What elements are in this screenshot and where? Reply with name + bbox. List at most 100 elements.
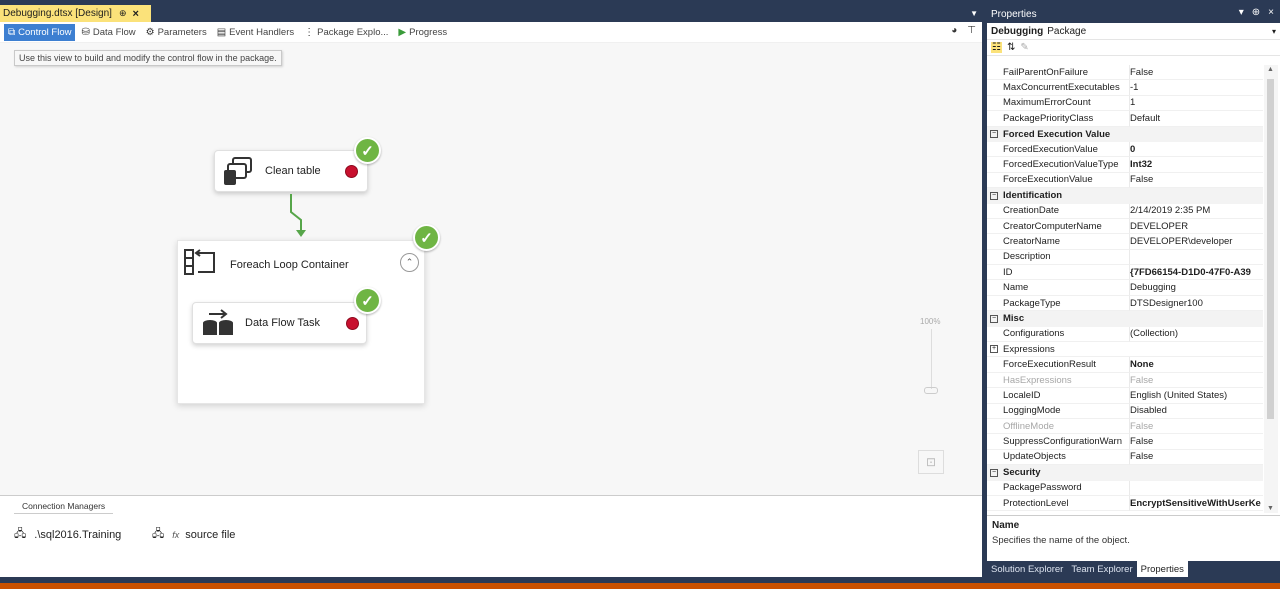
property-row[interactable]: PackagePassword [987, 480, 1263, 496]
property-value[interactable]: DEVELOPER\developer [1129, 234, 1263, 250]
property-value[interactable]: DEVELOPER [1129, 218, 1263, 235]
property-name: UpdateObjects [987, 450, 1129, 466]
property-value[interactable]: False [1129, 418, 1263, 435]
tab-team-explorer[interactable]: Team Explorer [1067, 561, 1136, 577]
property-value[interactable]: 2/14/2019 2:35 PM [1129, 203, 1263, 219]
property-row[interactable]: Configurations (Collection) [987, 326, 1263, 343]
property-row[interactable]: OfflineMode False [987, 418, 1263, 435]
pin-icon[interactable]: ⊕ [119, 8, 127, 19]
property-value[interactable]: None [1129, 357, 1263, 373]
pin-toolbar-icon[interactable]: ⊤ [967, 25, 976, 36]
property-value[interactable]: (Collection) [1129, 326, 1263, 343]
alphabetical-icon[interactable]: ⇅ [1007, 42, 1015, 53]
property-value[interactable]: False [1129, 172, 1263, 189]
tab-control-flow[interactable]: ⧉ Control Flow [4, 23, 76, 41]
control-flow-canvas[interactable]: Clean table ✓ Foreach Loop Container ⌃ ✓… [0, 43, 982, 495]
property-row[interactable]: CreatorComputerName DEVELOPER [987, 218, 1263, 235]
property-row[interactable]: SuppressConfigurationWarn False [987, 434, 1263, 450]
status-bar [0, 583, 1280, 589]
property-grid-scrollbar[interactable]: ▲ ▼ [1264, 65, 1278, 513]
property-row[interactable]: CreatorName DEVELOPER\developer [987, 234, 1263, 250]
property-value[interactable]: Default [1129, 111, 1263, 127]
property-value[interactable]: 1 [1129, 95, 1263, 112]
property-row[interactable]: ID {7FD66154-D1D0-47F0-A39 [987, 265, 1263, 281]
zoom-slider-track[interactable] [931, 329, 932, 389]
tab-parameters[interactable]: ⚙ Parameters [142, 24, 211, 41]
categorized-icon[interactable]: ☷ [991, 42, 1002, 53]
tab-package-explorer[interactable]: ⋮ Package Explo... [300, 24, 392, 41]
collapse-box-icon[interactable]: − [990, 130, 998, 139]
property-value[interactable]: Disabled [1129, 403, 1263, 419]
property-row[interactable]: ForcedExecutionValue 0 [987, 141, 1263, 158]
precedence-constraint-arrow[interactable] [286, 192, 310, 240]
expand-box-icon[interactable]: + [990, 345, 998, 354]
property-category[interactable]: − Misc [987, 311, 1263, 327]
property-value[interactable]: -1 [1129, 80, 1263, 96]
property-category[interactable]: − Forced Execution Value [987, 126, 1263, 142]
property-row[interactable]: CreationDate 2/14/2019 2:35 PM [987, 203, 1263, 219]
property-value[interactable] [1129, 249, 1263, 266]
breakpoint-icon[interactable] [345, 165, 358, 178]
tab-dropdown-icon[interactable]: ▼ [970, 9, 978, 18]
collapse-box-icon[interactable]: − [990, 191, 998, 200]
tab-solution-explorer[interactable]: Solution Explorer [987, 561, 1067, 577]
property-value[interactable]: DTSDesigner100 [1129, 295, 1263, 312]
property-row[interactable]: FailParentOnFailure False [987, 65, 1263, 81]
document-tab-debugging[interactable]: Debugging.dtsx [Design] ⊕ × [0, 5, 151, 22]
property-row[interactable]: HasExpressions False [987, 372, 1263, 389]
property-category[interactable]: − Identification [987, 188, 1263, 204]
property-value[interactable] [1129, 480, 1263, 496]
property-row[interactable]: Description [987, 249, 1263, 266]
collapse-box-icon[interactable]: − [990, 314, 998, 323]
tab-data-flow[interactable]: ⛁ Data Flow [77, 24, 139, 41]
collapse-chevron-icon[interactable]: ⌃ [400, 253, 419, 272]
connection-manager-item[interactable]: 🖧 fx source file [152, 525, 235, 544]
property-row[interactable]: UpdateObjects False [987, 449, 1263, 466]
scroll-up-icon[interactable]: ▲ [1267, 66, 1274, 73]
property-row[interactable]: LocaleID English (United States) [987, 388, 1263, 404]
scrollbar-thumb[interactable] [1267, 79, 1274, 419]
properties-object-selector[interactable]: Debugging Package ▾ [987, 23, 1280, 40]
property-row[interactable]: MaximumErrorCount 1 [987, 95, 1263, 112]
property-value[interactable]: Debugging [1129, 280, 1263, 296]
close-icon[interactable]: × [133, 8, 139, 20]
property-row[interactable]: Name Debugging [987, 280, 1263, 296]
zoom-icon[interactable]: ◕ [951, 25, 957, 36]
dropdown-icon[interactable]: ▾ [1239, 7, 1244, 18]
property-row[interactable]: PackageType DTSDesigner100 [987, 295, 1263, 312]
tab-package-explorer-label: Package Explo... [317, 26, 389, 38]
property-pages-icon[interactable]: ✎ [1020, 42, 1028, 53]
property-row[interactable]: LoggingMode Disabled [987, 403, 1263, 419]
property-row[interactable]: ForceExecutionResult None [987, 357, 1263, 373]
property-value[interactable]: False [1129, 434, 1263, 450]
tab-properties[interactable]: Properties [1136, 561, 1188, 577]
property-value[interactable]: False [1129, 372, 1263, 389]
breakpoint-icon[interactable] [346, 317, 359, 330]
property-row[interactable]: PackagePriorityClass Default [987, 111, 1263, 127]
data-flow-task[interactable]: Data Flow Task [192, 302, 367, 344]
tab-progress[interactable]: ▶ Progress [394, 24, 451, 41]
property-value[interactable]: EncryptSensitiveWithUserKe [1129, 495, 1263, 512]
connection-managers-tab[interactable]: Connection Managers [14, 500, 114, 514]
property-row[interactable]: ProtectionLevel EncryptSensitiveWithUserK… [987, 495, 1263, 512]
tab-event-handlers[interactable]: ▤ Event Handlers [213, 24, 298, 41]
scroll-down-icon[interactable]: ▼ [1267, 505, 1274, 512]
property-row[interactable]: ForcedExecutionValueType Int32 [987, 157, 1263, 173]
property-category[interactable]: − Security [987, 465, 1263, 481]
property-expandable-row[interactable]: + Expressions [987, 342, 1263, 358]
connection-manager-item[interactable]: 🖧 .\sql2016.Training [14, 525, 121, 544]
close-icon[interactable]: × [1268, 7, 1274, 18]
property-value[interactable]: English (United States) [1129, 388, 1263, 404]
pin-icon[interactable]: ⊕ [1252, 7, 1260, 18]
property-value[interactable]: False [1129, 449, 1263, 466]
property-row[interactable]: ForceExecutionValue False [987, 172, 1263, 189]
property-value[interactable]: False [1129, 65, 1263, 81]
zoom-to-fit-icon[interactable]: ⊡ [918, 450, 944, 474]
property-value[interactable]: {7FD66154-D1D0-47F0-A39 [1129, 265, 1263, 281]
property-row[interactable]: MaxConcurrentExecutables -1 [987, 80, 1263, 96]
property-value[interactable]: Int32 [1129, 157, 1263, 173]
collapse-box-icon[interactable]: − [990, 468, 998, 477]
property-value[interactable]: 0 [1129, 141, 1263, 158]
zoom-slider-thumb[interactable] [924, 387, 938, 394]
clean-table-task[interactable]: Clean table [214, 150, 368, 192]
